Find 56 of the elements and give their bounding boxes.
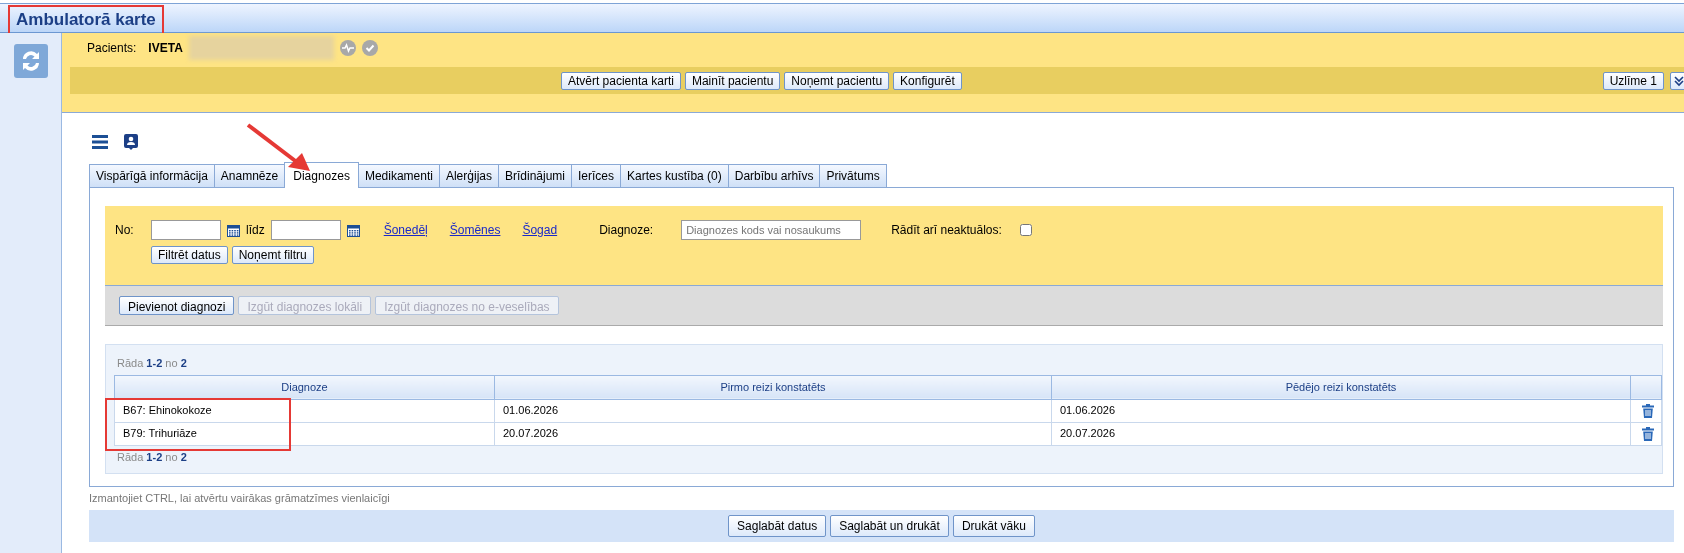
tab[interactable]: Privātums xyxy=(819,164,887,187)
patient-name: IVETA xyxy=(148,40,183,57)
menu-icon[interactable] xyxy=(92,135,108,149)
column-header[interactable]: Diagnoze xyxy=(114,375,495,399)
check-icon[interactable] xyxy=(361,40,378,56)
date-range-link[interactable]: Šogad xyxy=(522,221,558,239)
table-cell: 20.07.2026 xyxy=(1051,422,1631,445)
table-cell: B67: Ehinokokoze xyxy=(114,399,495,422)
expand-button[interactable] xyxy=(1670,71,1684,90)
show-inactive-label: Rādīt arī neaktuālos: xyxy=(891,222,1002,239)
to-date-field[interactable] xyxy=(270,220,341,240)
tab[interactable]: Alerģijas xyxy=(438,164,499,187)
action-button[interactable]: Pievienot diagnozi xyxy=(119,296,235,315)
window-title: Ambulatorā karte xyxy=(16,10,156,30)
hint-text: Izmantojiet CTRL, lai atvērtu vairākas grāmatzīmes vienlaicīgi xyxy=(89,491,391,506)
tab[interactable]: Vispārīgā informācija xyxy=(89,164,215,187)
toolbar-button[interactable]: Mainīt pacientu xyxy=(684,71,781,90)
toolbar-button[interactable]: Atvērt pacienta karti xyxy=(560,71,681,90)
diagnosis-label: Diagnoze: xyxy=(599,222,655,239)
footer-button[interactable]: Saglabāt datus xyxy=(728,514,827,537)
table-cell: B79: Trihuriāze xyxy=(114,422,495,445)
table-cell: 20.07.2026 xyxy=(494,422,1052,445)
patient-label: Pacients: xyxy=(87,40,137,57)
sticker-button[interactable]: Uzlīme 1 xyxy=(1602,71,1664,90)
tab[interactable]: Medikamenti xyxy=(357,164,440,187)
pagination-info: Rāda 1-2 no 2 xyxy=(116,356,188,371)
from-date-field[interactable] xyxy=(151,220,221,240)
tab[interactable]: Brīdinājumi xyxy=(498,164,572,187)
from-label: No: xyxy=(115,222,135,239)
table-cell: 01.06.2026 xyxy=(1051,399,1631,422)
toolbar-button[interactable]: Noņemt pacientu xyxy=(784,71,890,90)
footer-button[interactable]: Saglabāt un drukāt xyxy=(830,514,949,537)
pagination-info: Rāda 1-2 no 2 xyxy=(116,449,188,465)
to-label: līdz xyxy=(246,222,265,239)
footer-button[interactable]: Drukāt vāku xyxy=(952,514,1035,537)
tab[interactable]: Ierīces xyxy=(571,164,622,187)
trash-icon[interactable] xyxy=(1642,427,1654,442)
filter-button[interactable]: Filtrēt datus xyxy=(151,246,228,264)
calendar-icon[interactable] xyxy=(227,224,240,238)
trash-icon[interactable] xyxy=(1642,404,1654,419)
toolbar-button[interactable]: Konfigurēt xyxy=(893,71,962,90)
person-badge-icon[interactable] xyxy=(124,134,138,150)
tab[interactable]: Darbību arhīvs xyxy=(727,164,821,187)
annotation-arrow xyxy=(246,123,312,173)
diagnosis-search-field[interactable]: Diagnozes kods vai nosaukums xyxy=(681,220,862,240)
double-chevron-icon xyxy=(1674,75,1684,88)
table-cell: 01.06.2026 xyxy=(494,399,1052,422)
tab[interactable]: Kartes kustība (0) xyxy=(620,164,729,187)
date-range-link[interactable]: Šonedēļ xyxy=(383,221,428,239)
filter-button[interactable]: Noņemt filtru xyxy=(231,246,314,264)
column-header[interactable]: Pirmo reizi konstatēts xyxy=(494,375,1052,399)
tab[interactable]: Anamnēze xyxy=(213,164,286,187)
date-range-link[interactable]: Šomēnes xyxy=(449,221,501,239)
calendar-icon[interactable] xyxy=(346,224,360,238)
column-header[interactable]: Pēdējo reizi konstatēts xyxy=(1051,375,1631,399)
tab[interactable]: Diagnozes xyxy=(284,162,359,188)
